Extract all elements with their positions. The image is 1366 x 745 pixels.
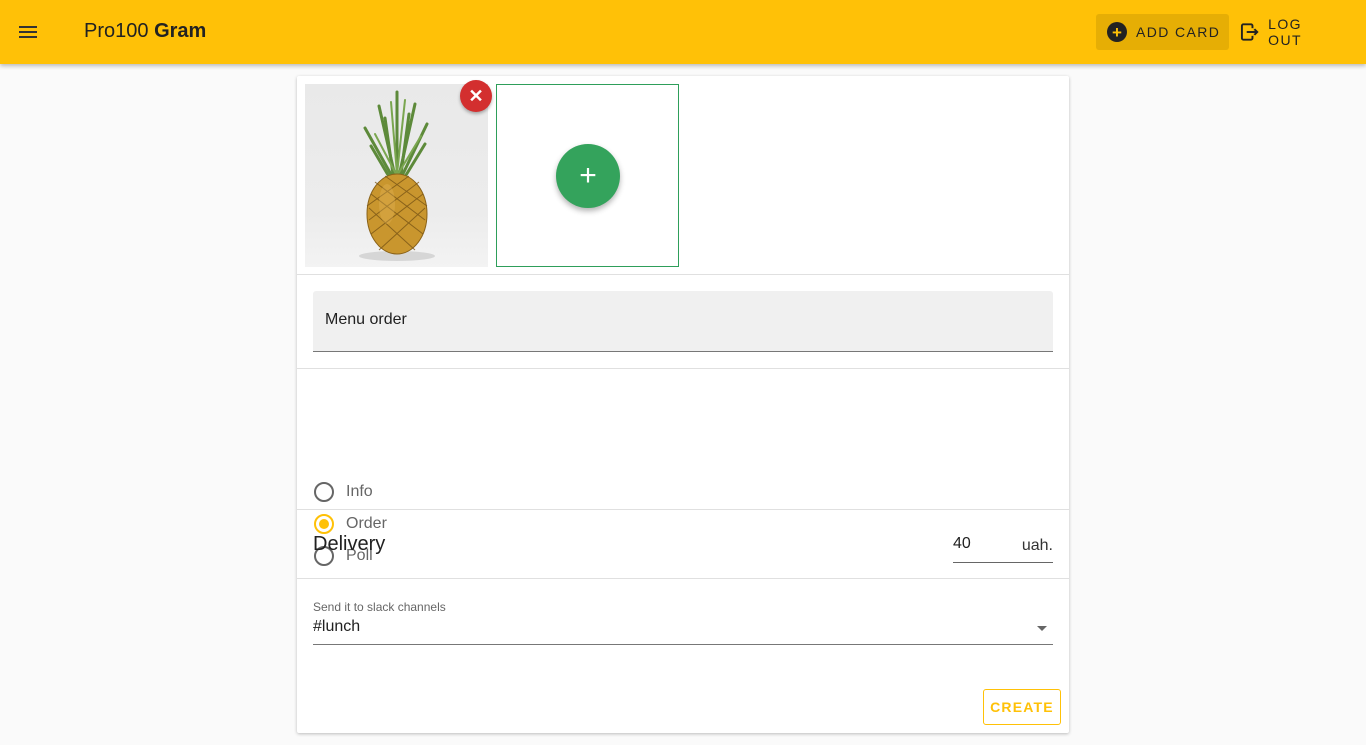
logout-button[interactable]: LOG OUT <box>1238 14 1338 50</box>
app-bar: Pro100 Gram + ADD CARD LOG OUT <box>0 0 1366 64</box>
add-circle-icon: + <box>1107 22 1127 42</box>
add-card-button[interactable]: + ADD CARD <box>1096 14 1229 50</box>
card-type-radio-group: Info Order Poll <box>297 369 1069 566</box>
create-button[interactable]: CREATE <box>983 689 1061 725</box>
delivery-price-value: 40 <box>953 535 971 552</box>
close-icon: ✕ <box>468 85 484 106</box>
title-input[interactable]: Menu order <box>313 291 1053 352</box>
create-card-form: ✕ + Menu order Info Order Poll Delivery … <box>297 76 1069 733</box>
image-thumbnail[interactable] <box>305 84 488 267</box>
delivery-price-input[interactable]: 40 uah. <box>953 531 1053 563</box>
title-section: Menu order <box>297 275 1069 369</box>
add-image-button[interactable]: + <box>556 144 620 208</box>
brand-light: Pro100 <box>84 20 149 42</box>
add-card-label: ADD CARD <box>1136 24 1221 40</box>
dropdown-arrow-icon <box>1037 626 1047 631</box>
radio-info[interactable]: Info <box>314 480 373 504</box>
slack-channel-select[interactable]: Send it to slack channels #lunch <box>313 600 1053 645</box>
currency-suffix: uah. <box>1021 537 1053 554</box>
select-value: #lunch <box>313 618 361 635</box>
add-image-tile[interactable]: + <box>496 84 679 267</box>
radio-circle <box>314 482 334 502</box>
logout-icon <box>1240 23 1259 41</box>
brand-title[interactable]: Pro100 Gram <box>84 20 206 43</box>
channel-section: Send it to slack channels #lunch CREATE <box>297 579 1069 733</box>
plus-icon: + <box>579 159 597 192</box>
menu-icon[interactable] <box>12 16 44 48</box>
radio-label-info: Info <box>346 483 373 500</box>
delivery-section: Delivery 40 uah. <box>297 510 1069 579</box>
images-section: ✕ + <box>297 76 1069 275</box>
select-label: Send it to slack channels <box>313 600 446 614</box>
remove-image-button[interactable]: ✕ <box>460 80 492 112</box>
delivery-label: Delivery <box>313 533 386 555</box>
brand-bold: Gram <box>154 20 207 42</box>
logout-label: LOG OUT <box>1268 16 1302 48</box>
pineapple-image <box>359 90 435 261</box>
